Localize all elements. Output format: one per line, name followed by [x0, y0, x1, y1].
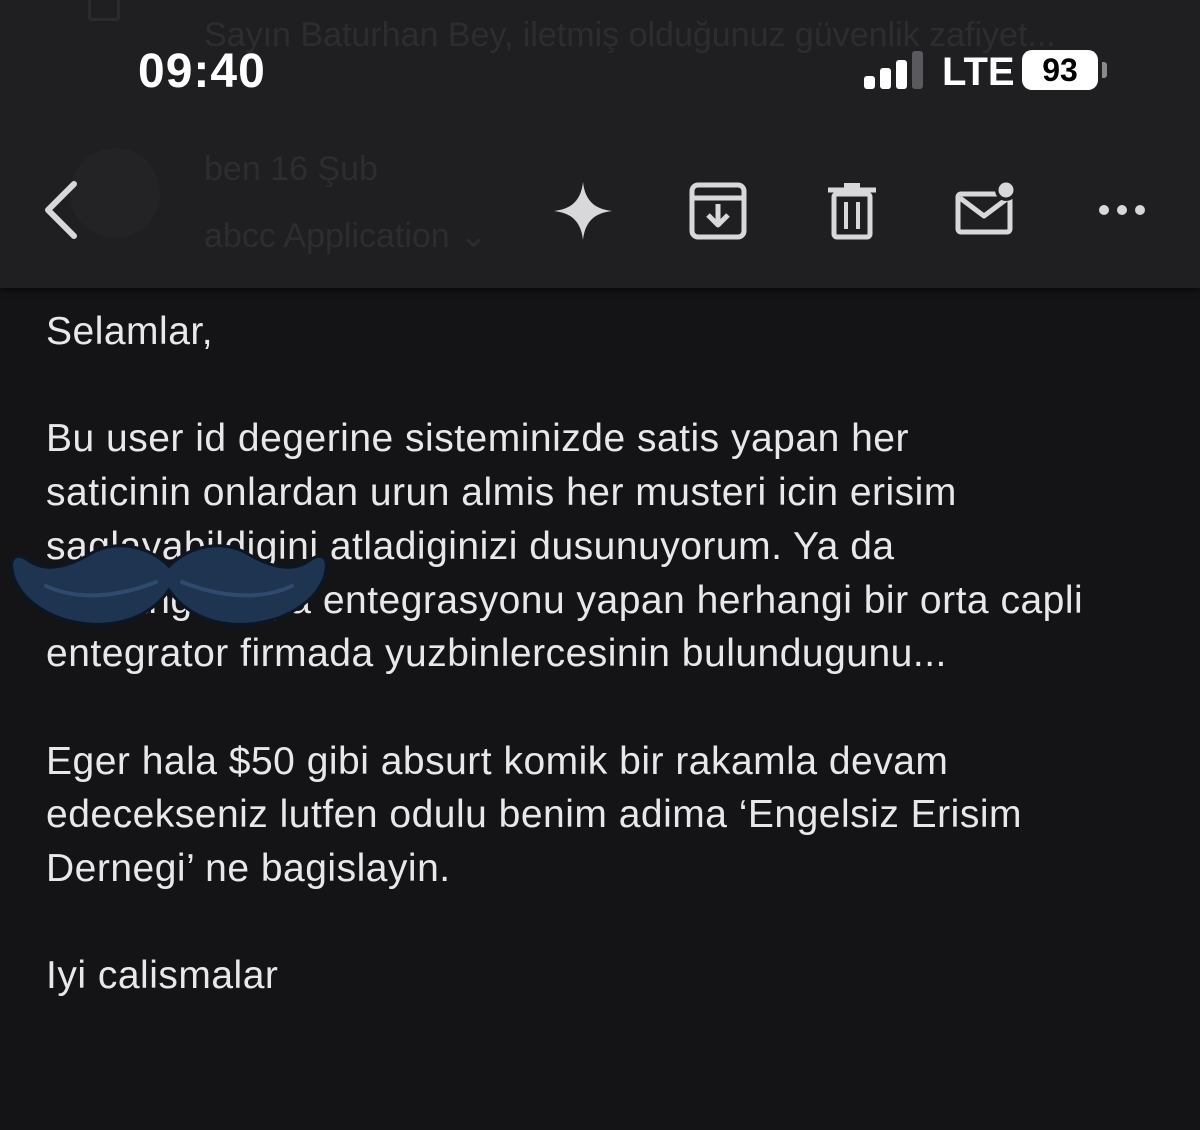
back-icon[interactable]: [38, 178, 88, 242]
battery-tip: [1102, 62, 1107, 78]
more-icon[interactable]: [1094, 196, 1150, 224]
battery-icon: 93: [1022, 50, 1098, 90]
mail-unread-icon[interactable]: [954, 178, 1020, 238]
ghost-recipient-line: abcc Application ⌄: [204, 217, 488, 255]
top-toolbar: Sayın Baturhan Bey, iletmiş olduğunuz gü…: [0, 0, 1200, 288]
email-closing: Iyi calismalar: [46, 954, 279, 998]
status-time: 09:40: [138, 45, 266, 98]
ghost-envelope-mark: [88, 0, 120, 21]
mustache-sticker: [10, 544, 328, 626]
email-body: Selamlar, Bu user id degerine sisteminizd…: [46, 305, 1166, 1003]
email-paragraph-2: Eger hala $50 gibi absurt komik bir raka…: [46, 739, 1022, 890]
network-type: LTE: [942, 50, 1015, 94]
signal-icon: [864, 51, 923, 89]
trash-icon[interactable]: [826, 182, 878, 240]
archive-icon[interactable]: [688, 182, 748, 240]
sparkle-icon[interactable]: [552, 180, 614, 242]
ghost-sender-line: ben 16 Şub: [204, 150, 378, 188]
email-greeting: Selamlar,: [46, 310, 214, 353]
